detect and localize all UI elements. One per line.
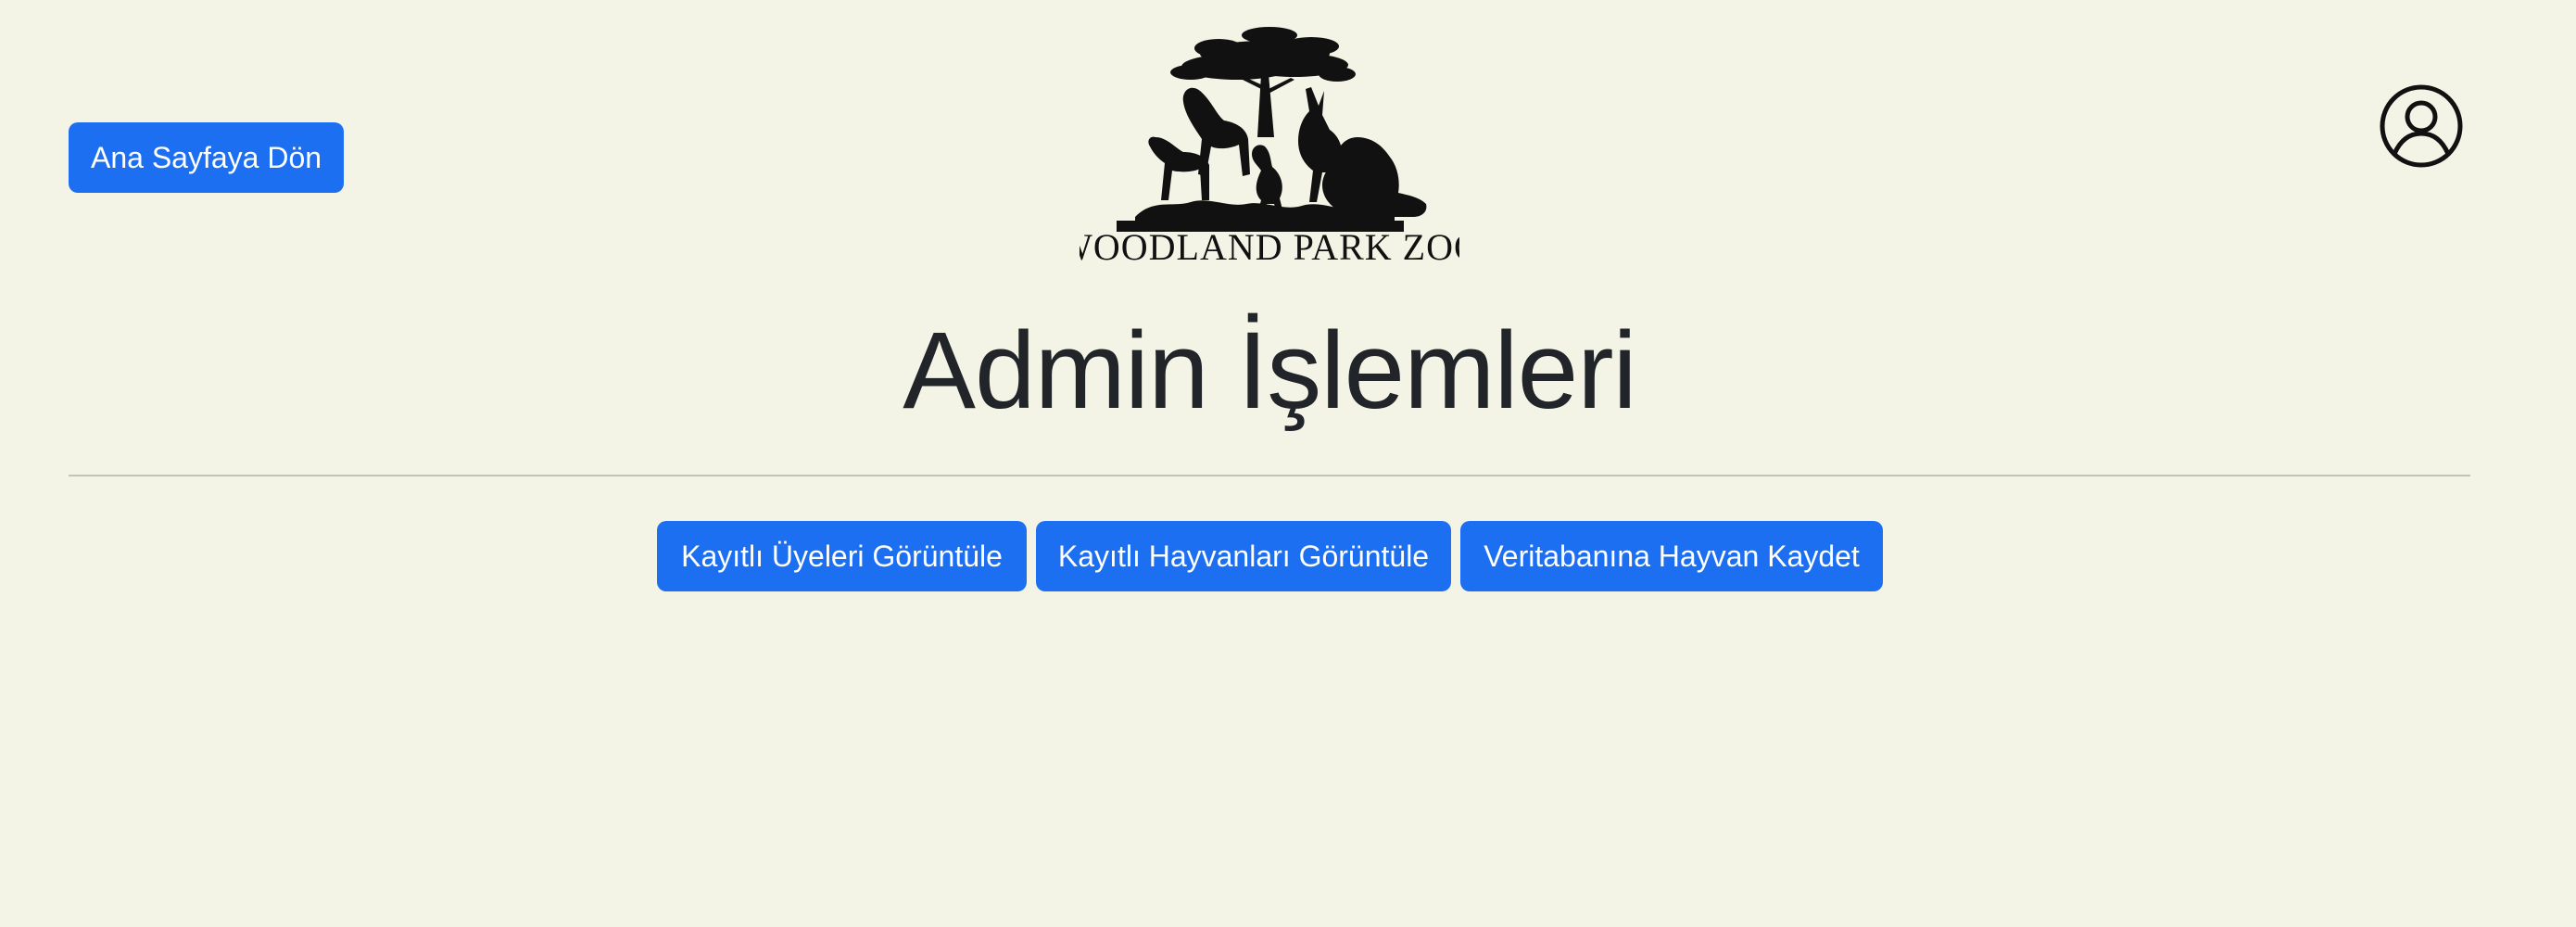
logo-wordmark: WOODLAND PARK ZOO [1080,226,1459,267]
back-to-home-button[interactable]: Ana Sayfaya Dön [69,122,344,193]
page-title: Admin İşlemleri [903,310,1637,432]
zoo-logo-icon: WOODLAND PARK ZOO [1080,27,1459,267]
register-animal-button[interactable]: Veritabanına Hayvan Kaydet [1460,521,1883,591]
view-registered-animals-button[interactable]: Kayıtlı Hayvanları Görüntüle [1036,521,1451,591]
user-profile-icon[interactable] [2379,83,2464,169]
zoo-logo: WOODLAND PARK ZOO [1080,26,1459,267]
admin-actions: Kayıtlı Üyeleri Görüntüle Kayıtlı Hayvan… [657,521,1883,591]
page: Ana Sayfaya Dön WOODLAND PARK ZO Admin İ… [0,0,2576,927]
user-circle-icon [2380,84,2463,168]
divider [69,475,2470,476]
view-registered-members-button[interactable]: Kayıtlı Üyeleri Görüntüle [657,521,1027,591]
